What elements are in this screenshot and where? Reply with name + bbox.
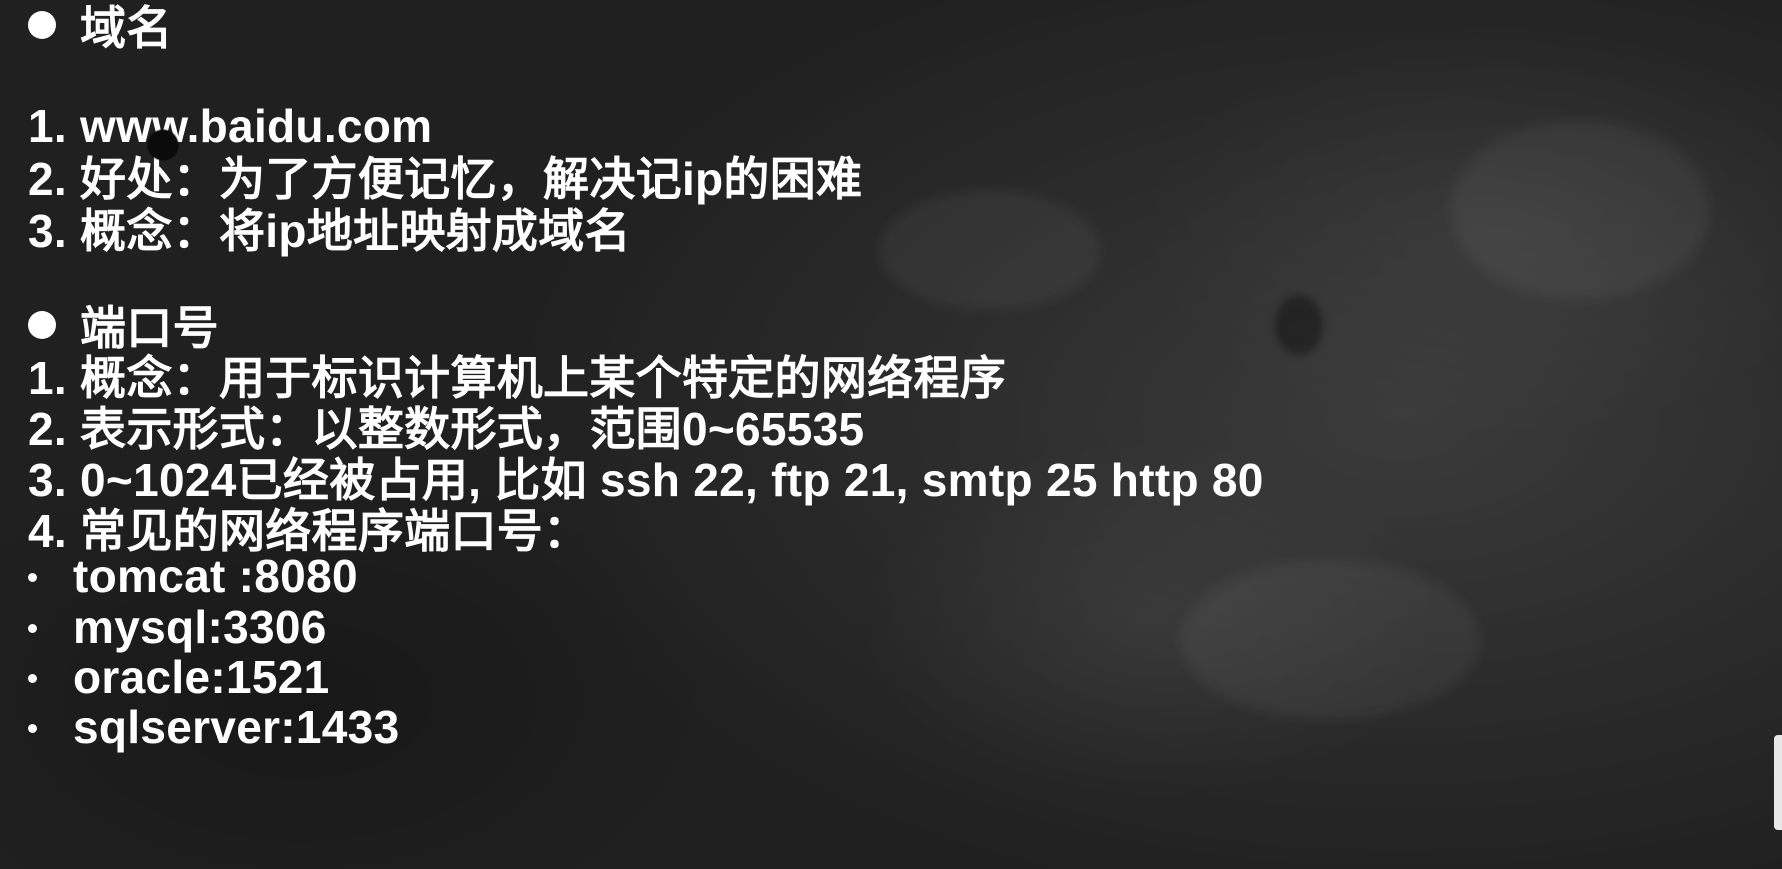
port-item-2: 2. 表示形式：以整数形式，范围0~65535	[28, 403, 865, 455]
heading-bullet-icon	[28, 11, 56, 39]
domain-heading: 域名	[28, 2, 173, 54]
mouse-cursor-icon	[148, 130, 178, 160]
list-bullet-icon	[28, 573, 37, 582]
domain-item-1: 1. www.baidu.com	[28, 100, 433, 152]
port-item-1: 1. 概念：用于标识计算机上某个特定的网络程序	[28, 352, 1007, 404]
port-list-item: mysql:3306	[28, 601, 327, 653]
list-bullet-icon	[28, 724, 37, 733]
domain-item-3: 3. 概念：将ip地址映射成域名	[28, 205, 631, 257]
port-list-item: tomcat :8080	[28, 550, 358, 602]
list-bullet-icon	[28, 674, 37, 683]
port-heading: 端口号	[28, 302, 219, 354]
list-bullet-icon	[28, 624, 37, 633]
side-scroll-tab[interactable]	[1774, 735, 1782, 830]
chalk-dark-spot	[1275, 295, 1323, 355]
chalk-smudge	[1450, 120, 1710, 300]
chalkboard-slide: 域名 1. www.baidu.com 2. 好处：为了方便记忆，解决记ip的困…	[0, 0, 1782, 869]
domain-item-2: 2. 好处：为了方便记忆，解决记ip的困难	[28, 153, 863, 205]
port-list-item: oracle:1521	[28, 651, 329, 703]
chalk-smudge	[1180, 560, 1480, 720]
port-list-item: sqlserver:1433	[28, 701, 399, 753]
heading-bullet-icon	[28, 311, 56, 339]
port-item-3: 3. 0~1024已经被占用, 比如 ssh 22, ftp 21, smtp …	[28, 454, 1264, 506]
chalk-smudge	[880, 190, 1100, 310]
